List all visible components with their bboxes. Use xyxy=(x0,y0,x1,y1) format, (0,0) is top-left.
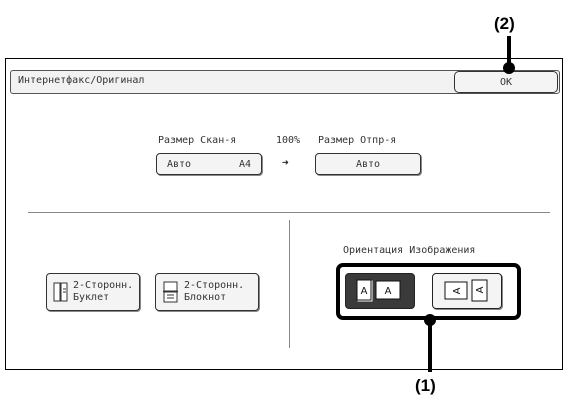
orientation-label: Ориентация Изображения xyxy=(343,245,476,256)
landscape-orientation-icon: A A xyxy=(444,279,488,302)
divider-vertical xyxy=(289,220,290,348)
booklet-line1: 2-Сторонн. xyxy=(73,280,134,291)
send-size-label: Размер Отпр-я xyxy=(318,135,397,146)
scan-mode: Авто xyxy=(167,158,192,170)
callout-2: (2) xyxy=(494,14,515,33)
scan-size-label: Размер Скан-я xyxy=(158,135,237,146)
arrow-right-icon: ➜ xyxy=(282,156,289,169)
send-size-button[interactable]: Авто xyxy=(315,153,421,175)
duplex-tablet-button[interactable]: 2-Сторонн. Блокнот xyxy=(155,273,259,311)
callout-1: (1) xyxy=(415,376,436,395)
dialog-panel xyxy=(5,58,563,370)
landscape-letter-2: A xyxy=(475,286,486,293)
tablet-line2: Блокнот xyxy=(184,292,227,303)
ratio-value: 100% xyxy=(276,135,301,146)
callout-2-dot xyxy=(503,62,515,74)
orientation-portrait-button[interactable]: A A xyxy=(345,273,415,309)
orientation-landscape-button[interactable]: A A xyxy=(432,273,502,309)
booklet-icon xyxy=(53,282,68,302)
divider-horizontal xyxy=(28,212,550,213)
callout-1-line xyxy=(428,320,432,372)
tablet-line1: 2-Сторонн. xyxy=(184,280,245,291)
portrait-letter-2: A xyxy=(385,286,392,297)
booklet-line2: Буклет xyxy=(73,292,110,303)
portrait-letter: A xyxy=(361,286,368,297)
portrait-orientation-icon: A A xyxy=(356,279,401,302)
ok-button[interactable]: OK xyxy=(454,71,558,93)
scan-paper-size: A4 xyxy=(238,158,251,170)
dialog-title: Интернетфакс/Оригинал xyxy=(18,75,145,86)
tablet-icon xyxy=(163,281,178,303)
landscape-letter: A xyxy=(452,287,463,294)
duplex-booklet-button[interactable]: 2-Сторонн. Буклет xyxy=(46,273,140,311)
scan-size-button[interactable]: Авто A4 xyxy=(156,153,262,175)
